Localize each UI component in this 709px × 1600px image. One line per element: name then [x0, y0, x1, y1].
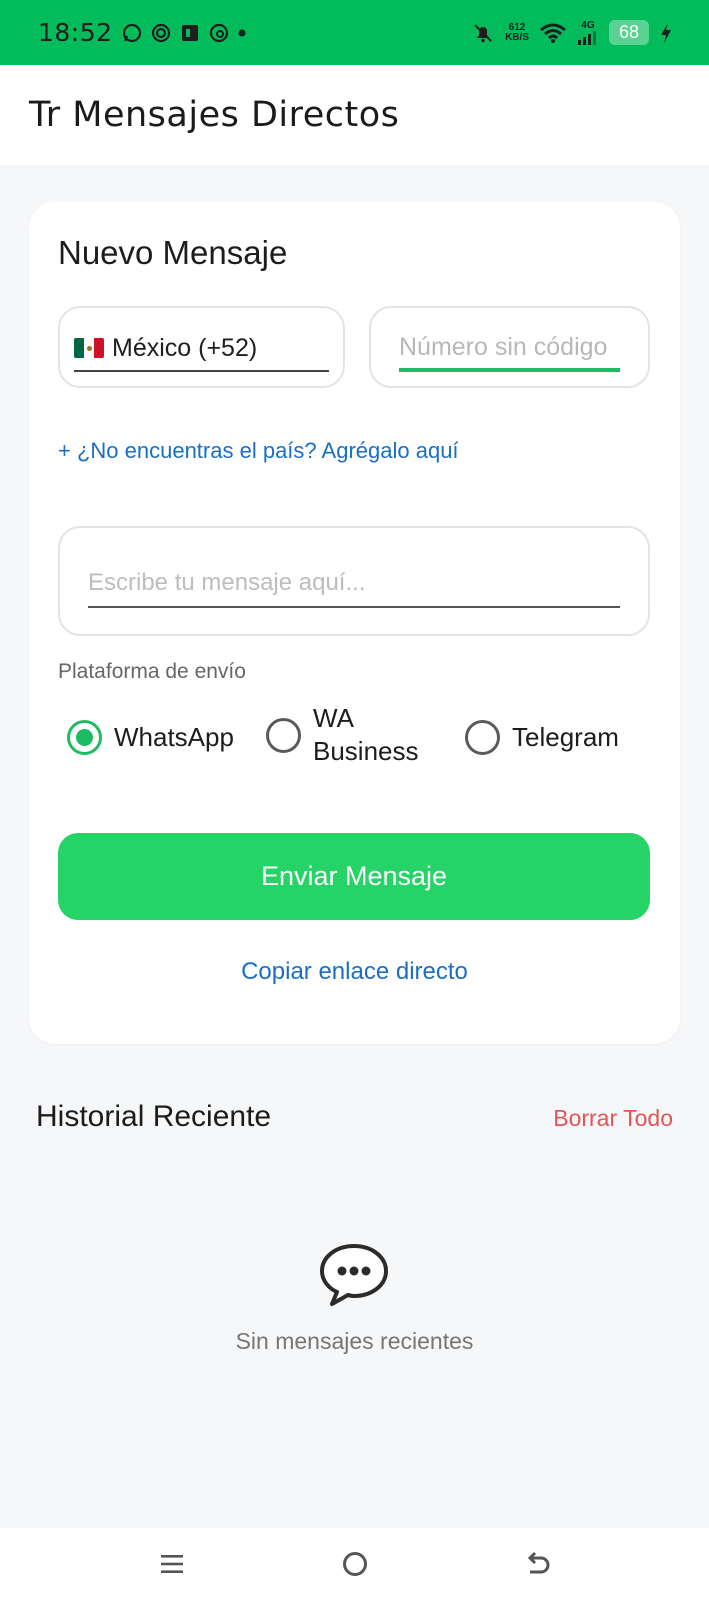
radio-wa-business-label-line2: Business — [313, 736, 419, 766]
bell-muted-icon — [474, 23, 492, 42]
radio-telegram-label: Telegram — [512, 722, 619, 752]
radio-unchecked-icon — [266, 717, 301, 753]
network-speed-unit: KB/S — [505, 31, 529, 43]
clear-all-button[interactable]: Borrar Todo — [553, 1105, 673, 1132]
platform-label: Plataforma de envío — [58, 660, 246, 683]
more-notifications-dot-icon — [238, 29, 246, 36]
radio-whatsapp-label: WhatsApp — [114, 722, 234, 752]
empty-history-text: Sin mensajes recientes — [235, 1328, 474, 1354]
network-speed: 612 KB/S — [505, 21, 529, 43]
new-message-card: Nuevo Mensaje México (+52) + ¿No encuent… — [29, 202, 680, 1044]
menu-lines-icon — [160, 1555, 183, 1573]
radio-wa-business-label-line1: WA — [313, 703, 354, 733]
phone-number-input[interactable] — [399, 326, 620, 372]
radio-wa-business-label: WA Business — [313, 702, 419, 768]
card-title: Nuevo Mensaje — [58, 234, 288, 271]
radio-whatsapp[interactable]: WhatsApp — [67, 720, 234, 755]
target-notification-icon — [151, 23, 170, 42]
phone-number-field[interactable] — [369, 306, 650, 388]
whatsapp-notification-icon — [122, 23, 141, 42]
network-type: 4G — [581, 20, 595, 31]
platform-radio-group: WhatsApp WA Business Telegram — [67, 702, 647, 772]
signal-bars-icon — [577, 31, 596, 45]
signal-indicator: 4G — [577, 20, 599, 45]
copy-direct-link[interactable]: Copiar enlace directo — [29, 958, 680, 986]
battery-level: 68 — [608, 20, 649, 45]
send-message-button[interactable]: Enviar Mensaje — [58, 833, 650, 920]
system-nav-bar — [0, 1528, 709, 1600]
chat-bubble-icon — [320, 1244, 388, 1306]
recent-apps-button[interactable] — [152, 1544, 192, 1584]
history-title: Historial Reciente — [36, 1100, 272, 1133]
threads-notification-icon — [209, 23, 228, 42]
radio-checked-icon — [67, 720, 102, 755]
radio-wa-business[interactable]: WA Business — [266, 702, 419, 768]
radio-unchecked-icon — [465, 720, 500, 755]
notification-icons — [121, 22, 247, 44]
network-speed-value: 612 — [508, 21, 526, 33]
back-button[interactable] — [518, 1544, 558, 1584]
message-input[interactable] — [88, 560, 620, 608]
country-selector[interactable]: México (+52) — [58, 306, 345, 388]
app-title: Tr Mensajes Directos — [29, 95, 400, 135]
charging-icon — [661, 22, 671, 43]
message-field[interactable] — [58, 526, 650, 636]
radio-telegram[interactable]: Telegram — [465, 720, 619, 755]
back-arrow-icon — [527, 1551, 549, 1574]
status-bar: 18:52 612 KB/S 4G 68 — [0, 0, 709, 65]
country-selector-value: México (+52) — [112, 333, 258, 362]
add-country-link[interactable]: + ¿No encuentras el país? Agrégalo aquí — [58, 438, 459, 464]
app-bar: Tr Mensajes Directos — [0, 65, 709, 165]
wifi-icon — [540, 23, 566, 43]
home-circle-icon — [342, 1552, 367, 1576]
home-button[interactable] — [335, 1544, 375, 1584]
document-notification-icon — [181, 24, 198, 41]
mexico-flag-icon — [74, 338, 104, 358]
status-time: 18:52 — [38, 18, 113, 47]
